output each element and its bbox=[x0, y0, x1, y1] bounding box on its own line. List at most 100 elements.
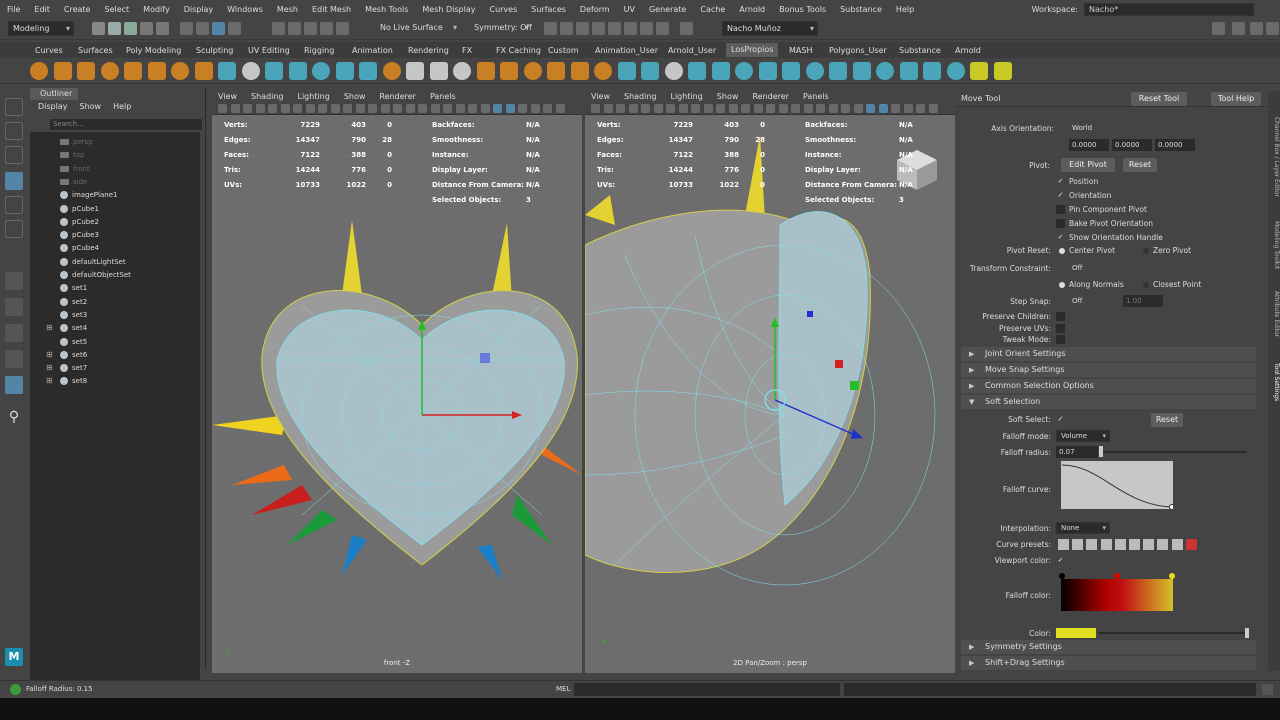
ramp-key-red[interactable] bbox=[1114, 573, 1120, 579]
joint-orient-settings-section[interactable]: ▶ Joint Orient Settings bbox=[961, 347, 1256, 361]
menu-mesh-display[interactable]: Mesh Display bbox=[415, 5, 482, 14]
shelf-tab-fx-caching[interactable]: FX Caching bbox=[496, 44, 541, 57]
shelf-tool-7-icon[interactable] bbox=[171, 62, 189, 80]
shift-drag-settings-section[interactable]: ▶ Shift+Drag Settings bbox=[961, 656, 1256, 670]
expand-plus-icon[interactable]: ⊞ bbox=[46, 362, 53, 374]
falloff-color-ramp[interactable] bbox=[1061, 579, 1173, 611]
viewport-tool-4-icon[interactable] bbox=[628, 104, 638, 113]
viewport-tool-14-icon[interactable] bbox=[380, 104, 390, 113]
pivot-check-pin-component-pivot[interactable] bbox=[1056, 205, 1065, 214]
outliner-item-pcube3[interactable]: pCube3 bbox=[60, 229, 99, 241]
pivot-check-position[interactable]: ✓ bbox=[1056, 177, 1065, 186]
shelf-tab-curves[interactable]: Curves bbox=[35, 44, 63, 57]
along-normals-radio[interactable] bbox=[1059, 282, 1065, 288]
shelf-tab-fx[interactable]: FX bbox=[462, 44, 472, 57]
move-snap-settings-section[interactable]: ▶ Move Snap Settings bbox=[961, 363, 1256, 377]
shelf-tool-10-icon[interactable] bbox=[241, 62, 260, 80]
menu-edit-mesh[interactable]: Edit Mesh bbox=[305, 5, 358, 14]
shelf-tool-4-icon[interactable] bbox=[100, 62, 119, 80]
curve-preset-2-icon[interactable] bbox=[1072, 539, 1084, 550]
vp1-menu-shading[interactable]: Shading bbox=[251, 91, 284, 103]
menu-create[interactable]: Create bbox=[57, 5, 98, 14]
curve-preset-7-icon[interactable] bbox=[1143, 539, 1155, 550]
transform-constraint-dropdown[interactable]: Off bbox=[1069, 262, 1129, 274]
shelf-tool-14-icon[interactable] bbox=[335, 62, 354, 80]
step-snap-dropdown[interactable]: Off bbox=[1069, 295, 1119, 307]
preserve-children-checkbox[interactable] bbox=[1056, 312, 1065, 321]
outliner-menu-help[interactable]: Help bbox=[113, 102, 131, 111]
symmetry-settings-section[interactable]: ▶ Symmetry Settings bbox=[961, 640, 1256, 654]
color-swatch[interactable] bbox=[1056, 628, 1096, 638]
soft-select-checkbox[interactable]: ✓ bbox=[1056, 415, 1065, 424]
expand-plus-icon[interactable]: ⊞ bbox=[46, 322, 53, 334]
shelf-tool-41-icon[interactable] bbox=[970, 62, 988, 80]
axis-orientation-dropdown[interactable]: World bbox=[1069, 122, 1167, 134]
viewport-tool-23-icon[interactable] bbox=[866, 104, 875, 113]
viewport-tool-21-icon[interactable] bbox=[841, 104, 850, 113]
viewport-tool-10-icon[interactable] bbox=[330, 104, 340, 113]
shelf-tool-34-icon[interactable] bbox=[805, 62, 824, 80]
viewport-tool-4-icon[interactable] bbox=[255, 104, 265, 113]
menu-file[interactable]: File bbox=[0, 5, 27, 14]
viewport-tool-19-icon[interactable] bbox=[443, 104, 452, 113]
expand-plus-icon[interactable]: ⊞ bbox=[46, 375, 53, 387]
vp1-menu-panels[interactable]: Panels bbox=[430, 91, 456, 103]
four-pane-layout-icon[interactable] bbox=[5, 298, 23, 316]
shelf-tab-uv-editing[interactable]: UV Editing bbox=[248, 44, 290, 57]
vp1-menu-view[interactable]: View bbox=[218, 91, 237, 103]
curve-preset-8-icon[interactable] bbox=[1157, 539, 1169, 550]
shelf-tool-25-icon[interactable] bbox=[594, 62, 612, 80]
viewport-tool-27-icon[interactable] bbox=[916, 104, 925, 113]
center-pivot-radio[interactable] bbox=[1059, 248, 1065, 254]
soft-select-reset-button[interactable]: Reset bbox=[1151, 413, 1183, 427]
ipr-icon[interactable] bbox=[576, 22, 589, 35]
shelf-tab-lospropios[interactable]: LosPropios bbox=[726, 43, 779, 57]
viewport-tool-8-icon[interactable] bbox=[305, 104, 315, 113]
shelf-tool-21-icon[interactable] bbox=[500, 62, 518, 80]
vp2-menu-lighting[interactable]: Lighting bbox=[670, 91, 702, 103]
snap-surface-icon[interactable] bbox=[336, 22, 349, 35]
closest-point-radio[interactable] bbox=[1143, 282, 1149, 288]
curve-preset-3-icon[interactable] bbox=[1086, 539, 1098, 550]
expand-plus-icon[interactable]: ⊞ bbox=[46, 349, 53, 361]
snap-curve-icon[interactable] bbox=[288, 22, 301, 35]
viewport-tool-5-icon[interactable] bbox=[641, 104, 650, 113]
viewport-tool-21-icon[interactable] bbox=[468, 104, 477, 113]
viewport-tool-6-icon[interactable] bbox=[280, 104, 290, 113]
undo-icon[interactable] bbox=[140, 22, 153, 35]
shelf-tab-sculpting[interactable]: Sculpting bbox=[196, 44, 233, 57]
curve-preset-10-icon[interactable] bbox=[1185, 539, 1197, 550]
menu-display[interactable]: Display bbox=[177, 5, 221, 14]
viewport-tool-20-icon[interactable] bbox=[828, 104, 838, 113]
workspace-dropdown[interactable]: Nacho* bbox=[1084, 3, 1254, 16]
zero-pivot-radio[interactable] bbox=[1143, 248, 1149, 254]
channel-box-tab[interactable]: Channel Box / Layer Editor bbox=[1268, 97, 1280, 217]
shelf-tab-substance[interactable]: Substance bbox=[899, 44, 941, 57]
history-icon[interactable] bbox=[544, 22, 557, 35]
viewport-tool-20-icon[interactable] bbox=[455, 104, 465, 113]
viewport-tool-14-icon[interactable] bbox=[753, 104, 763, 113]
menu-help[interactable]: Help bbox=[889, 5, 921, 14]
viewport-tool-26-icon[interactable] bbox=[903, 104, 913, 113]
viewport-tool-26-icon[interactable] bbox=[530, 104, 540, 113]
viewport-tool-13-icon[interactable] bbox=[741, 104, 750, 113]
vp1-menu-lighting[interactable]: Lighting bbox=[297, 91, 329, 103]
single-pane-layout-icon[interactable] bbox=[5, 272, 23, 290]
viewport-tool-16-icon[interactable] bbox=[405, 104, 415, 113]
shelf-tab-surfaces[interactable]: Surfaces bbox=[78, 44, 113, 57]
viewport-tool-24-icon[interactable] bbox=[505, 104, 515, 113]
axis-y-field[interactable]: 0.0000 bbox=[1112, 139, 1152, 151]
shelf-tool-27-icon[interactable] bbox=[641, 62, 659, 80]
viewport-tool-12-icon[interactable] bbox=[728, 104, 738, 113]
axis-z-field[interactable]: 0.0000 bbox=[1155, 139, 1195, 151]
shelf-tab-arnold[interactable]: Arnold bbox=[955, 44, 981, 57]
viewport-tool-25-icon[interactable] bbox=[518, 104, 527, 113]
new-scene-icon[interactable] bbox=[92, 22, 105, 35]
shelf-tool-28-icon[interactable] bbox=[664, 62, 683, 80]
outliner-menu-show[interactable]: Show bbox=[80, 102, 102, 111]
pivot-check-orientation[interactable]: ✓ bbox=[1056, 191, 1065, 200]
tool-settings-tab[interactable]: Tool Settings bbox=[1268, 357, 1280, 407]
vp2-menu-panels[interactable]: Panels bbox=[803, 91, 829, 103]
hypershade-icon[interactable] bbox=[608, 22, 621, 35]
viewport-tool-18-icon[interactable] bbox=[430, 104, 440, 113]
